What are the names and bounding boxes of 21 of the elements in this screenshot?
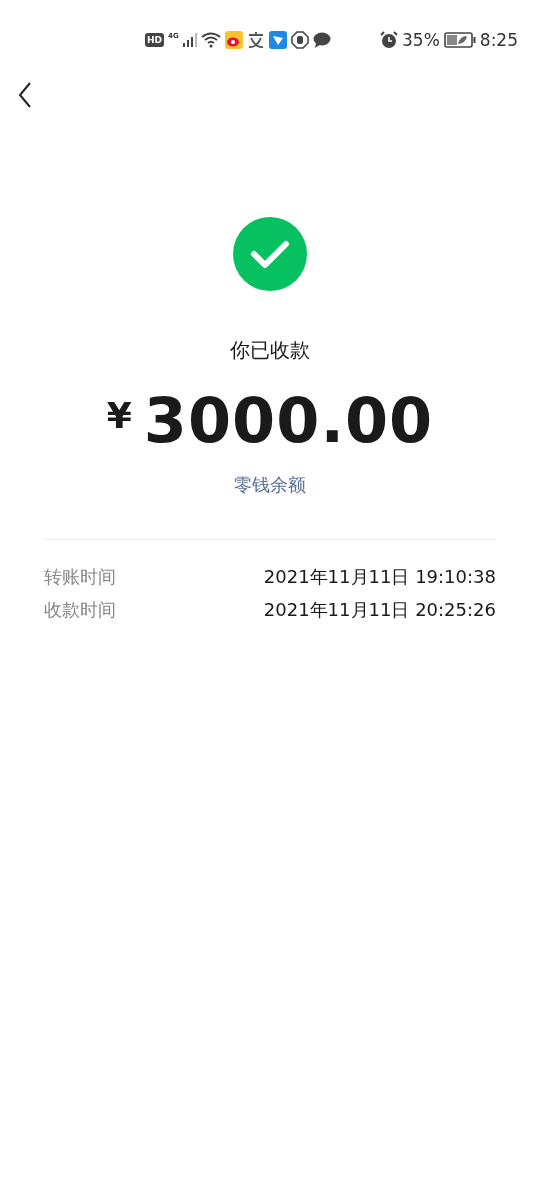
clock-time: 8:25 xyxy=(479,30,518,50)
detail-label: 收款时间 xyxy=(44,597,116,622)
app-icon xyxy=(224,31,243,49)
hd-badge: HD xyxy=(145,33,164,47)
detail-value: 2021年11月11日 20:25:26 xyxy=(263,597,496,622)
alarm-icon xyxy=(380,31,398,49)
signal-icon xyxy=(182,33,197,47)
wifi-icon xyxy=(200,32,221,48)
back-chevron-icon xyxy=(18,82,32,108)
detail-value: 2021年11月11日 19:10:38 xyxy=(263,564,496,589)
app-icon xyxy=(268,31,287,49)
translate-icon xyxy=(246,31,265,49)
detail-label: 转账时间 xyxy=(44,564,116,589)
amount-value: 3000.00 xyxy=(143,384,434,457)
battery-icon xyxy=(443,32,476,48)
currency-symbol: ¥ xyxy=(106,395,132,436)
check-circle-icon xyxy=(233,217,307,291)
battery-percent: 35% xyxy=(402,30,440,50)
balance-link[interactable]: 零钱余额 xyxy=(234,473,306,497)
status-title: 你已收款 xyxy=(230,337,310,364)
chat-bubble-icon xyxy=(312,32,331,48)
